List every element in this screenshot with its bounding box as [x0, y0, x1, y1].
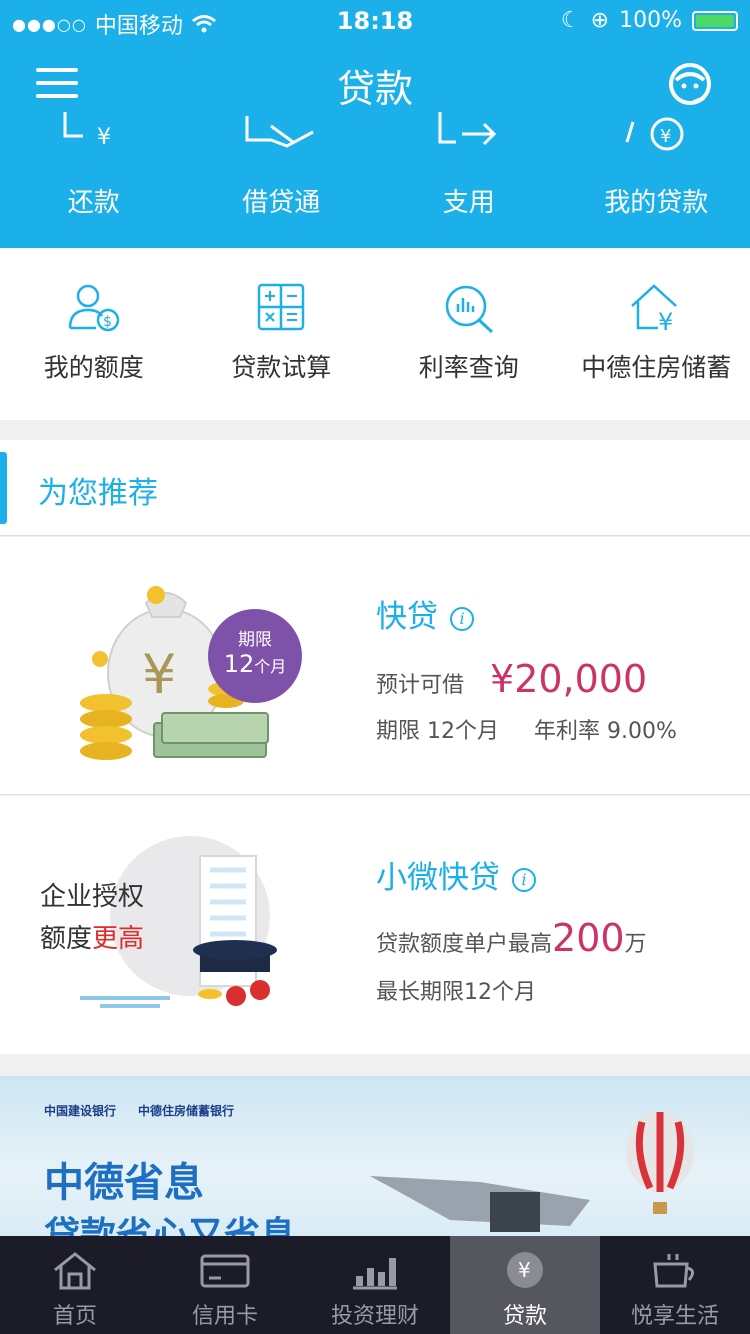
recommend-header: 为您推荐 [0, 440, 750, 536]
battery-percent: 100% [619, 8, 682, 33]
page-title: 贷款 [336, 67, 413, 111]
house-yen-icon: ¥ [631, 284, 678, 334]
status-bar: ●●●○○ 中国移动 18:18 ☾ ⊕ 100% [0, 0, 750, 40]
investment-chart-icon [353, 1258, 397, 1290]
svg-text:$: $ [103, 314, 112, 330]
product-title: 快贷 [376, 599, 438, 635]
home-icon [54, 1252, 96, 1290]
quota-number: 200 [552, 916, 625, 960]
tool-loan-calculator[interactable]: 贷款试算 [188, 248, 376, 420]
user-quota-icon: $ [68, 284, 119, 332]
svg-text:¥: ¥ [658, 308, 673, 334]
quick-action-jiedaitong[interactable]: 借贷通 [188, 110, 376, 240]
tool-my-quota[interactable]: $ 我的额度 [0, 248, 188, 420]
term-text: 期限 12个月 [376, 719, 499, 744]
quota-prefix: 贷款额度单户最高 [376, 932, 553, 957]
loan-amount: ¥20,000 [490, 657, 648, 701]
rotation-lock-icon: ⊕ [590, 8, 610, 33]
info-icon[interactable]: i [450, 606, 474, 631]
tab-investment[interactable]: 投资理财 [300, 1236, 450, 1334]
quick-action-repay[interactable]: ¥ 还款 [0, 110, 188, 240]
top-header-area: ●●●○○ 中国移动 18:18 ☾ ⊕ 100% 贷款 ¥ 还款 借贷通 支用… [0, 0, 750, 248]
sgb-logo: 中德住房储蓄银行 [138, 1104, 235, 1118]
quick-action-my-loans[interactable]: ¥ 我的贷款 [563, 110, 750, 240]
tools-row: $ 我的额度 贷款试算 利率查询 ¥ 中德住房储蓄 [0, 248, 750, 420]
product-card-kuaidai[interactable]: ¥ 期限 12个月 快贷 i 预计可借 ¥20,000 期限 12个月 年利率 9.… [0, 537, 750, 795]
transfer-icon [438, 112, 496, 146]
handshake-icon [245, 116, 314, 148]
tool-sino-german-housing[interactable]: ¥ 中德住房储蓄 [563, 248, 750, 420]
svg-text:¥: ¥ [142, 643, 176, 706]
product-title: 小微快贷 [376, 860, 500, 896]
tab-loans[interactable]: ¥ 贷款 [450, 1236, 600, 1334]
term-badge: 期限 12个月 [208, 609, 302, 703]
svg-text:¥: ¥ [518, 1258, 531, 1282]
tab-credit-card[interactable]: 信用卡 [150, 1236, 300, 1334]
battery-icon [692, 10, 738, 31]
coffee-cup-icon [653, 1254, 694, 1288]
tool-rate-query[interactable]: 利率查询 [375, 248, 563, 420]
airplane-illustration [370, 1176, 590, 1232]
rate-search-icon [445, 285, 493, 334]
tab-home[interactable]: 首页 [0, 1236, 150, 1334]
promo-banner[interactable]: 中国建设银行 中德住房储蓄银行 中德省息 贷款省心又省息 [0, 1076, 750, 1236]
repay-icon: ¥ [63, 112, 111, 150]
estimate-label: 预计可借 [376, 673, 465, 698]
svg-text:¥: ¥ [660, 126, 671, 147]
calculator-icon [258, 283, 305, 331]
max-term-text: 最长期限12个月 [376, 980, 536, 1005]
my-loan-icon: ¥ [625, 117, 684, 151]
quick-action-withdraw[interactable]: 支用 [375, 110, 563, 240]
quota-unit: 万 [624, 932, 647, 957]
rate-text: 年利率 9.00% [534, 719, 677, 744]
corp-slogan: 企业授权 额度更高 [40, 882, 145, 954]
svg-text:¥: ¥ [97, 125, 111, 150]
credit-card-icon [200, 1254, 250, 1288]
section-accent-bar [0, 452, 7, 524]
tab-life[interactable]: 悦享生活 [600, 1236, 750, 1334]
product-card-xiaowei[interactable]: 企业授权 额度更高 小微快贷 i 贷款额度单户最高200万 最长期限12个月 [0, 796, 750, 1054]
yen-coin-icon: ¥ [507, 1252, 543, 1288]
recommend-title: 为您推荐 [38, 476, 158, 511]
bottom-tab-bar: 首页 信用卡 投资理财 ¥ 贷款 悦享生活 [0, 1236, 750, 1334]
banner-title: 中德省息 [44, 1160, 204, 1206]
customer-service-icon[interactable] [664, 58, 716, 110]
hot-air-balloon-icon [626, 1112, 694, 1214]
banner-subtitle: 贷款省心又省息 [44, 1215, 297, 1236]
ccb-logo: 中国建设银行 [44, 1104, 117, 1118]
moon-icon: ☾ [560, 8, 581, 33]
quick-actions: ¥ 还款 借贷通 支用 ¥ 我的贷款 [0, 110, 750, 240]
info-icon[interactable]: i [512, 867, 536, 892]
